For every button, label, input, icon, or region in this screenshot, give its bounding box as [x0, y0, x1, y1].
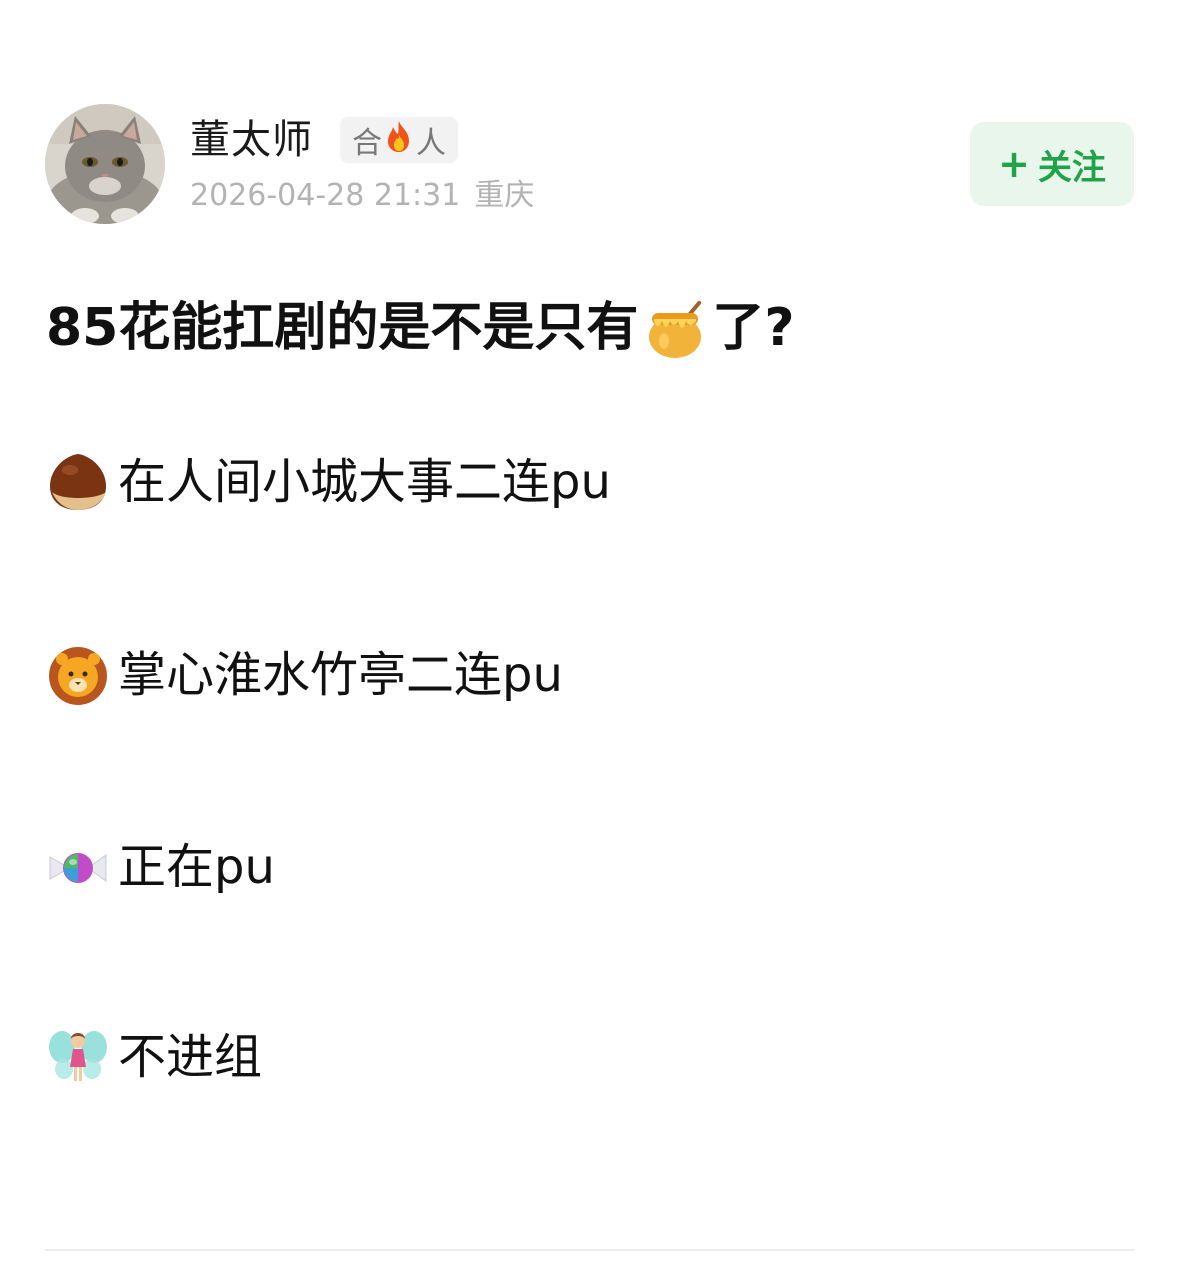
line-2-text: 掌心淮水竹亭二连pu: [118, 647, 563, 703]
honey-pot-icon: [642, 295, 708, 361]
line-4-text: 不进组: [118, 1029, 263, 1085]
author-name[interactable]: 董太师: [190, 114, 313, 166]
fairy-icon: [46, 1025, 110, 1089]
title-text-before: 85花能扛剧的是不是只有: [46, 298, 639, 358]
author-badge: 合 人: [340, 117, 458, 163]
post-title: 85花能扛剧的是不是只有 了?: [46, 292, 795, 364]
cat-avatar-icon: [45, 104, 165, 224]
chestnut-icon: [46, 450, 110, 514]
post-timestamp: 2026-04-28 21:31: [190, 178, 461, 213]
candy-icon: [46, 835, 110, 899]
title-text-after: 了?: [712, 298, 795, 358]
post-card: 董太师 合 人 2026-04-28 21:31 重庆 + 关注 85花能扛剧的…: [0, 0, 1179, 1284]
fire-icon: [384, 119, 414, 161]
follow-button[interactable]: + 关注: [970, 122, 1134, 206]
follow-label: 关注: [1037, 147, 1106, 188]
post-line-4: 不进组: [46, 1025, 262, 1089]
plus-icon: +: [998, 142, 1030, 186]
line-1-text: 在人间小城大事二连pu: [118, 454, 611, 510]
lion-icon: [46, 643, 110, 707]
post-line-3: 正在pu: [46, 835, 275, 899]
divider: [45, 1249, 1135, 1251]
badge-prefix: 合: [352, 126, 382, 161]
avatar[interactable]: [45, 104, 165, 224]
post-line-2: 掌心淮水竹亭二连pu: [46, 643, 563, 707]
post-line-1: 在人间小城大事二连pu: [46, 450, 611, 514]
post-location: 重庆: [474, 178, 535, 213]
line-3-text: 正在pu: [118, 839, 275, 895]
badge-suffix: 人: [416, 126, 446, 161]
post-meta: 2026-04-28 21:31 重庆: [190, 176, 534, 216]
